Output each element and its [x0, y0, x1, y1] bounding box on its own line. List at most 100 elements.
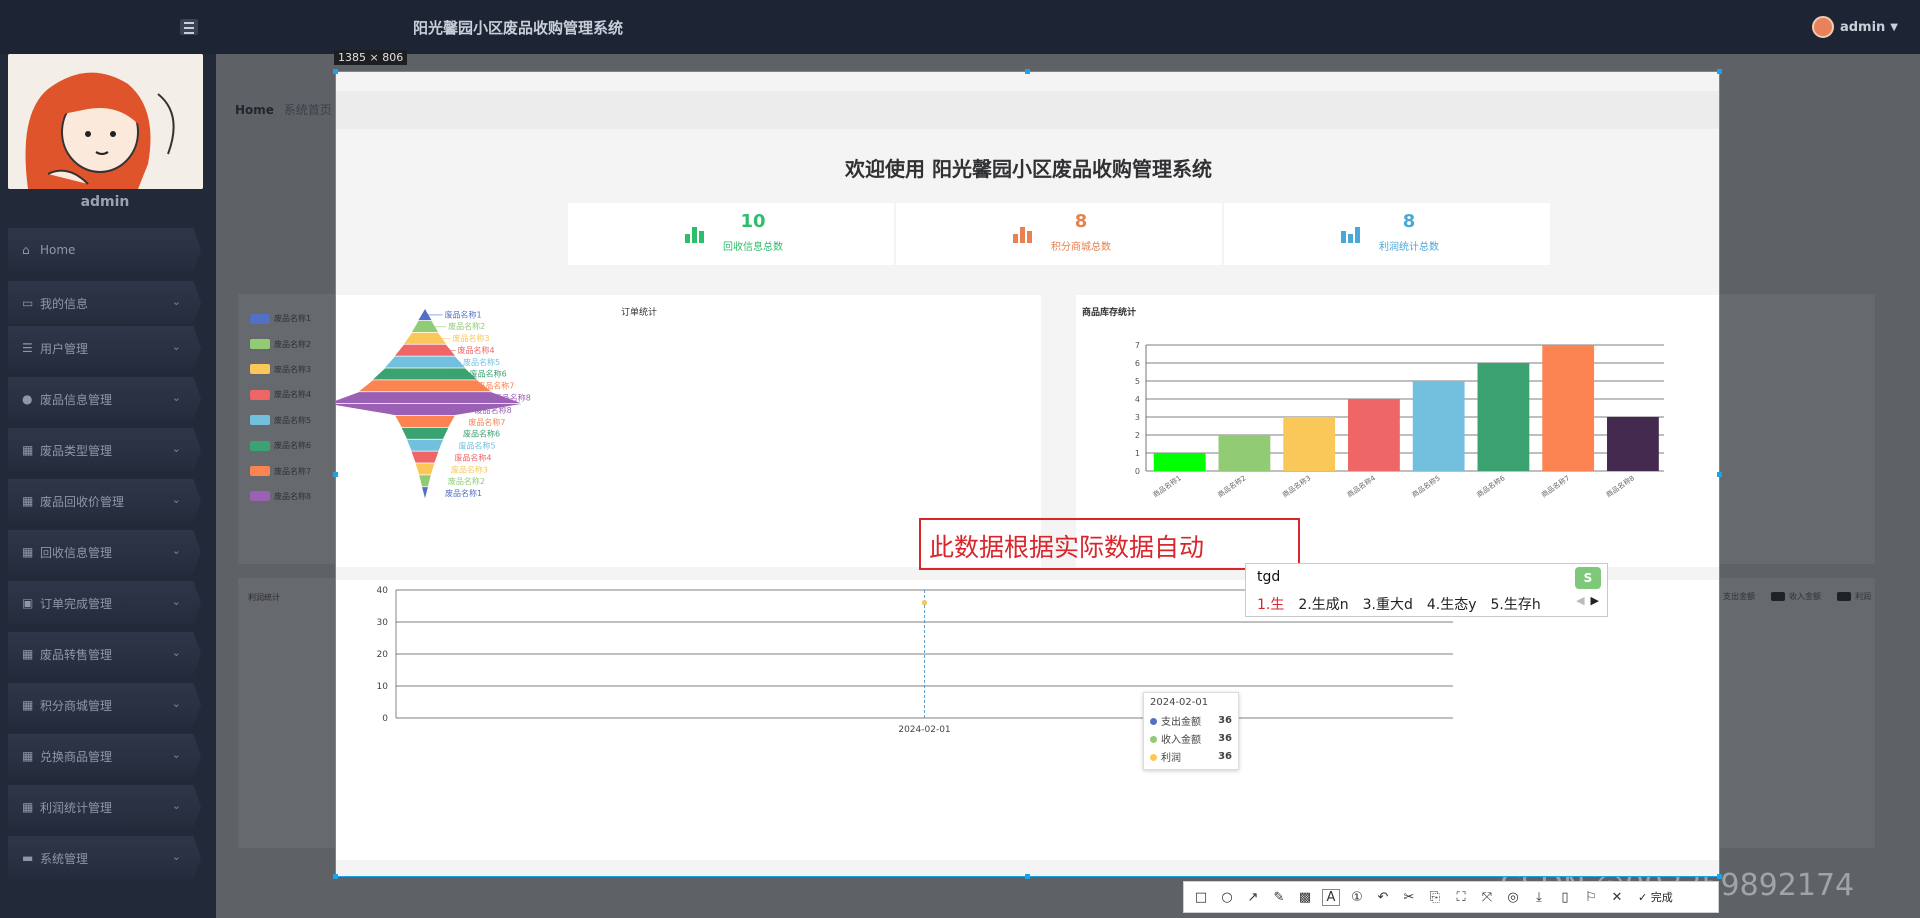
funnel-label: 废品名称6 — [463, 429, 500, 439]
tooltip-row: 支出金额 36 — [1150, 711, 1232, 729]
close-icon[interactable]: ✕ — [1608, 890, 1626, 905]
legend-item[interactable]: 废品名称4 — [250, 382, 320, 407]
number-icon[interactable]: ① — [1348, 890, 1366, 905]
bar — [1412, 381, 1465, 471]
stat-label: 回收信息总数 — [723, 242, 783, 253]
home-icon: ⌂ — [22, 243, 30, 257]
legend-item[interactable]: 废品名称8 — [250, 484, 320, 509]
stat-card-profit: 8 利润统计总数 — [1224, 203, 1550, 265]
legend-item[interactable]: 废品名称1 — [250, 306, 320, 331]
grid-icon: ▦ — [22, 749, 34, 763]
funnel-segment — [395, 344, 455, 356]
x-tick-label: 商品名称7 — [1540, 473, 1572, 499]
dimmed-profit-card: 利润统计 — [238, 578, 335, 848]
cut-icon[interactable]: ✂ — [1400, 890, 1418, 905]
stat-value: 8 — [1074, 211, 1088, 232]
bar — [1153, 453, 1206, 471]
list-icon: ☰ — [22, 341, 33, 355]
chevron-down-icon: ⌄ — [171, 748, 181, 761]
sidebar-item-points-mall[interactable]: ▦ 积分商城管理 ⌄ — [8, 683, 201, 727]
resize-handle[interactable] — [1717, 874, 1722, 879]
user-menu[interactable]: admin ▼ — [1811, 16, 1898, 38]
ime-candidates: 1.生 2.生成n 3.重大d 4.生态y 5.生存h — [1257, 594, 1541, 614]
done-button[interactable]: ✓ 完成 — [1638, 889, 1673, 905]
resize-handle[interactable] — [1717, 472, 1722, 477]
text-icon[interactable]: A — [1322, 888, 1340, 906]
sidebar-item-orders[interactable]: ▣ 订单完成管理 ⌄ — [8, 581, 201, 625]
funnel-label: 废品名称6 — [470, 369, 507, 379]
file-icon[interactable]: ▯ — [1556, 890, 1574, 905]
legend-item[interactable]: 废品名称3 — [250, 357, 320, 382]
ocr-icon[interactable]: ◎ — [1504, 890, 1522, 905]
sidebar-item-system[interactable]: ▬ 系统管理 ⌄ — [8, 836, 201, 880]
funnel-segment — [418, 309, 432, 321]
ime-candidate[interactable]: 5.生存h — [1491, 594, 1541, 614]
sidebar-item-users[interactable]: ☰ 用户管理 ⌄ — [8, 326, 201, 370]
mosaic-icon[interactable]: ▩ — [1296, 890, 1314, 905]
funnel-label: 废品名称2 — [448, 321, 485, 331]
resize-handle[interactable] — [333, 472, 338, 477]
bar-chart-icon — [685, 223, 707, 243]
funnel-label: 废品名称5 — [459, 441, 496, 451]
legend-item[interactable]: 废品名称2 — [250, 331, 320, 356]
sidebar-item-waste-info[interactable]: ● 废品信息管理 ⌄ — [8, 377, 201, 421]
top-bar: 阳光馨园小区废品收购管理系统 admin ▼ — [0, 0, 1920, 54]
ime-candidate[interactable]: 2.生成n — [1298, 594, 1348, 614]
x-tick-label: 2024-02-01 — [898, 725, 950, 735]
rectangle-icon[interactable]: □ — [1192, 890, 1210, 905]
pen-icon[interactable]: ✎ — [1270, 890, 1288, 905]
funnel-segment — [419, 475, 431, 487]
scroll-capture-icon[interactable]: ⛶ — [1452, 890, 1470, 905]
stat-card-mall: 8 积分商城总数 — [896, 203, 1222, 265]
resize-handle[interactable] — [333, 874, 338, 879]
funnel-label: 废品名称8 — [494, 392, 531, 402]
pin-icon[interactable]: ⤧ — [1478, 890, 1496, 905]
sidebar-item-exchange[interactable]: ▦ 兑换商品管理 ⌄ — [8, 734, 201, 778]
legend-item[interactable]: 收入金额 — [1771, 591, 1821, 602]
funnel-segment — [373, 368, 477, 380]
legend-item[interactable]: 废品名称5 — [250, 408, 320, 433]
breadcrumb-home[interactable]: Home — [235, 103, 274, 117]
y-tick-label: 0 — [382, 714, 388, 724]
sidebar-item-recycle-price[interactable]: ▦ 废品回收价管理 ⌄ — [8, 479, 201, 523]
sidebar-item-my-info[interactable]: ▭ 我的信息 ⌄ — [8, 281, 201, 325]
resize-handle[interactable] — [333, 69, 338, 74]
ime-input-text: tgd — [1257, 569, 1281, 585]
legend-item[interactable]: 废品名称6 — [250, 433, 320, 458]
tooltip-row: 收入金额 36 — [1150, 729, 1232, 747]
sidebar-item-home[interactable]: ⌂ Home — [8, 228, 201, 272]
arrow-icon[interactable]: ↗ — [1244, 890, 1262, 905]
arrow-left-icon[interactable]: ◀ — [1576, 594, 1584, 607]
resize-handle[interactable] — [1025, 874, 1030, 879]
legend-item[interactable]: 利润 — [1837, 591, 1871, 602]
profile-image — [8, 54, 203, 189]
sidebar-item-profit[interactable]: ▦ 利润统计管理 ⌄ — [8, 785, 201, 829]
chart-tooltip: 2024-02-01 支出金额 36 收入金额 36 利润 36 — [1143, 692, 1239, 770]
circle-icon[interactable]: ○ — [1218, 890, 1236, 905]
resize-handle[interactable] — [1025, 69, 1030, 74]
ime-candidate-window[interactable]: tgd S 1.生 2.生成n 3.重大d 4.生态y 5.生存h ◀ ▶ — [1245, 563, 1608, 617]
arrow-right-icon[interactable]: ▶ — [1591, 594, 1599, 607]
bookmark-icon[interactable]: ⚐ — [1582, 890, 1600, 905]
resize-handle[interactable] — [1717, 69, 1722, 74]
funnel-segment — [415, 463, 435, 475]
ime-candidate[interactable]: 3.重大d — [1363, 594, 1413, 614]
breadcrumb-current: 系统首页 — [283, 103, 332, 117]
annotation-textbox[interactable]: 此数据根据实际数据自动 — [919, 518, 1300, 570]
x-tick-label: 商品名称2 — [1216, 473, 1248, 499]
copy-icon[interactable]: ⎘ — [1426, 890, 1444, 905]
save-icon[interactable]: ⤓ — [1530, 890, 1548, 905]
bar-chart-icon — [1341, 223, 1363, 243]
capture-selection[interactable]: 欢迎使用 阳光馨园小区废品收购管理系统 10 回收信息总数 8 积分商城总数 8… — [335, 71, 1720, 877]
sidebar-item-waste-type[interactable]: ▦ 废品类型管理 ⌄ — [8, 428, 201, 472]
legend-item[interactable]: 废品名称7 — [250, 458, 320, 483]
ime-page-arrows[interactable]: ◀ ▶ — [1576, 594, 1599, 607]
ime-candidate[interactable]: 4.生态y — [1427, 594, 1477, 614]
x-tick-label: 商品名称4 — [1345, 473, 1377, 499]
ime-candidate[interactable]: 1.生 — [1257, 594, 1284, 614]
sidebar-item-recycle-info[interactable]: ▦ 回收信息管理 ⌄ — [8, 530, 201, 574]
undo-icon[interactable]: ↶ — [1374, 890, 1392, 905]
sidebar-item-resale[interactable]: ▦ 废品转售管理 ⌄ — [8, 632, 201, 676]
menu-toggle-button[interactable] — [180, 19, 198, 35]
funnel-segment — [407, 439, 443, 451]
